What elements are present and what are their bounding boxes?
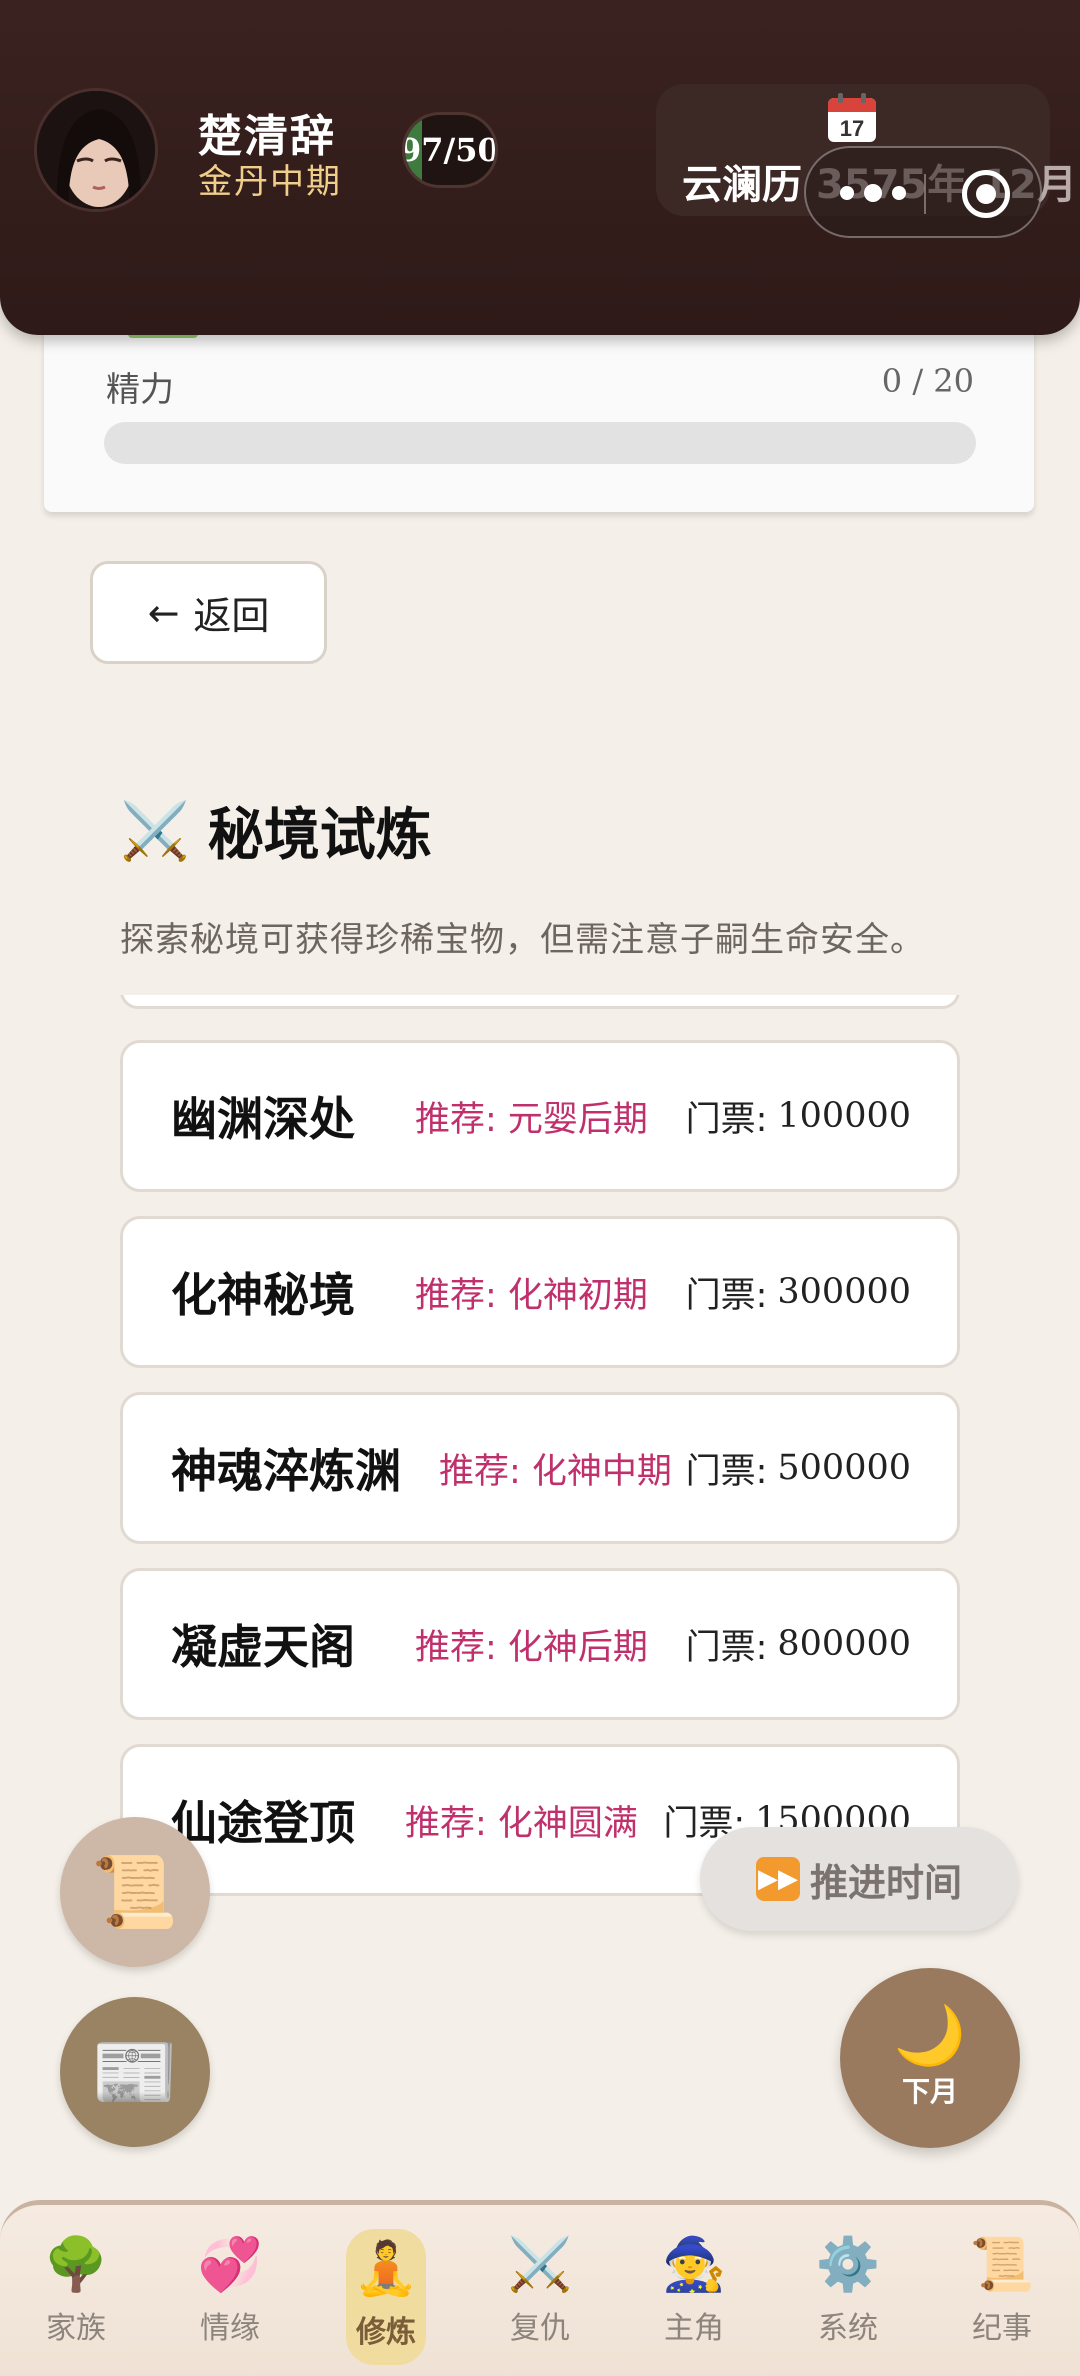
fast-forward-icon: ▶▶ [755, 1857, 800, 1901]
section-description: 探索秘境可获得珍稀宝物，但需注意子嗣生命安全。 [120, 920, 925, 960]
list-item-partial[interactable] [120, 995, 960, 1009]
nav-item-chronicle[interactable]: 📜 纪事 [942, 2223, 1062, 2363]
crossed-swords-icon: ⚔️ [120, 798, 190, 864]
stamina-label: 精力 [106, 370, 174, 410]
nav-item-cultivation[interactable]: 🧘 修炼 [346, 2229, 426, 2365]
hp-text: 97/500 [402, 131, 498, 169]
hearts-icon: 💞 [197, 2235, 263, 2295]
dot-icon [840, 186, 854, 200]
avatar-portrait-icon [37, 91, 155, 209]
nav-item-romance[interactable]: 💞 情缘 [170, 2223, 290, 2363]
back-label: 返回 [193, 594, 270, 638]
realm-card[interactable]: 化神秘境 推荐: 化神初期 门票: 300000 [120, 1216, 960, 1368]
stamina-value: 0 / 20 [881, 362, 974, 400]
realm-name: 幽渊深处 [171, 1092, 355, 1146]
nav-label: 家族 [46, 2311, 106, 2346]
ticket-value: 800000 [777, 1624, 911, 1664]
close-miniprogram-icon[interactable] [962, 170, 1010, 218]
realm-ticket: 门票: 500000 [686, 1395, 911, 1541]
scroll-icon: 📜 [91, 1850, 179, 1933]
next-month-button[interactable]: 🌙 下月 [840, 1968, 1020, 2148]
arrow-left-icon: ← [147, 590, 180, 635]
realm-recommend: 推荐: 化神初期 [415, 1275, 648, 1316]
section-title: ⚔️ 秘境试炼 [120, 790, 432, 871]
nav-label: 情缘 [200, 2311, 260, 2346]
ticket-value: 500000 [777, 1448, 911, 1488]
realm-name: 化神秘境 [171, 1268, 355, 1322]
nav-label: 主角 [664, 2311, 724, 2346]
realm-recommend: 推荐: 元婴后期 [415, 1099, 648, 1140]
moon-icon: 🌙 [893, 2001, 967, 2069]
dot-icon [864, 184, 882, 202]
ticket-value: 100000 [777, 1096, 911, 1136]
meditation-icon: 🧘 [353, 2239, 419, 2299]
gear-icon: ⚙️ [815, 2235, 881, 2295]
advance-time-button[interactable]: ▶▶ 推进时间 [700, 1827, 1018, 1931]
svg-text:17: 17 [840, 116, 864, 141]
realm-ticket: 门票: 300000 [686, 1219, 911, 1365]
realm-card[interactable]: 幽渊深处 推荐: 元婴后期 门票: 100000 [120, 1040, 960, 1192]
realm-ticket: 门票: 800000 [686, 1571, 911, 1717]
ticket-label: 门票: [685, 1451, 768, 1492]
advance-time-label: 推进时间 [809, 1860, 962, 1905]
section-title-text: 秘境试炼 [207, 803, 432, 868]
tree-icon: 🌳 [43, 2235, 109, 2295]
realm-recommend: 推荐: 化神中期 [439, 1451, 672, 1492]
realm-card[interactable]: 凝虚天阁 推荐: 化神后期 门票: 800000 [120, 1568, 960, 1720]
nav-item-protagonist[interactable]: 🧙 主角 [634, 2223, 754, 2363]
top-header: 楚清辞 金丹中期 97/500 17 云澜历 3575年 12月 [0, 0, 1080, 335]
capsule-divider [924, 174, 926, 214]
miniprogram-capsule [804, 146, 1042, 238]
ticket-label: 门票: [685, 1099, 768, 1140]
ticket-label: 门票: [685, 1275, 768, 1316]
back-button[interactable]: ← 返回 [90, 561, 327, 664]
stamina-bar [104, 422, 976, 464]
nav-label: 系统 [818, 2311, 878, 2346]
news-button[interactable]: 📰 [60, 1997, 210, 2147]
nav-item-system[interactable]: ⚙️ 系统 [788, 2223, 908, 2363]
more-menu-button[interactable] [840, 184, 906, 202]
scroll-icon: 📜 [969, 2235, 1035, 2295]
character-realm: 金丹中期 [198, 162, 342, 202]
calendar-label: 云澜历 [682, 162, 802, 208]
nav-label: 纪事 [972, 2311, 1032, 2346]
next-month-label: 下月 [901, 2075, 958, 2108]
nav-item-revenge[interactable]: ⚔️ 复仇 [480, 2223, 600, 2363]
scroll-button[interactable]: 📜 [60, 1817, 210, 1967]
realm-ticket: 门票: 100000 [686, 1043, 911, 1189]
bottom-navigation: 🌳 家族 💞 情缘 🧘 修炼 ⚔️ 复仇 🧙 主角 ⚙️ 系统 📜 纪事 [0, 2200, 1080, 2376]
newspaper-icon: 📰 [91, 2030, 179, 2113]
character-avatar[interactable] [34, 88, 158, 212]
realm-name: 神魂淬炼渊 [171, 1444, 401, 1498]
crossed-swords-icon: ⚔️ [507, 2235, 573, 2295]
realm-recommend: 推荐: 化神圆满 [405, 1803, 638, 1844]
nav-label: 修炼 [356, 2315, 416, 2350]
wizard-icon: 🧙 [661, 2235, 727, 2295]
calendar-icon: 17 [826, 92, 878, 144]
nav-label: 复仇 [510, 2311, 570, 2346]
dot-icon [892, 186, 906, 200]
realm-name: 凝虚天阁 [171, 1620, 355, 1674]
ticket-label: 门票: [685, 1627, 768, 1668]
realm-card[interactable]: 神魂淬炼渊 推荐: 化神中期 门票: 500000 [120, 1392, 960, 1544]
realm-recommend: 推荐: 化神后期 [415, 1627, 648, 1668]
hp-indicator: 97/500 [402, 112, 498, 188]
ticket-value: 300000 [777, 1272, 911, 1312]
nav-item-family[interactable]: 🌳 家族 [16, 2223, 136, 2363]
